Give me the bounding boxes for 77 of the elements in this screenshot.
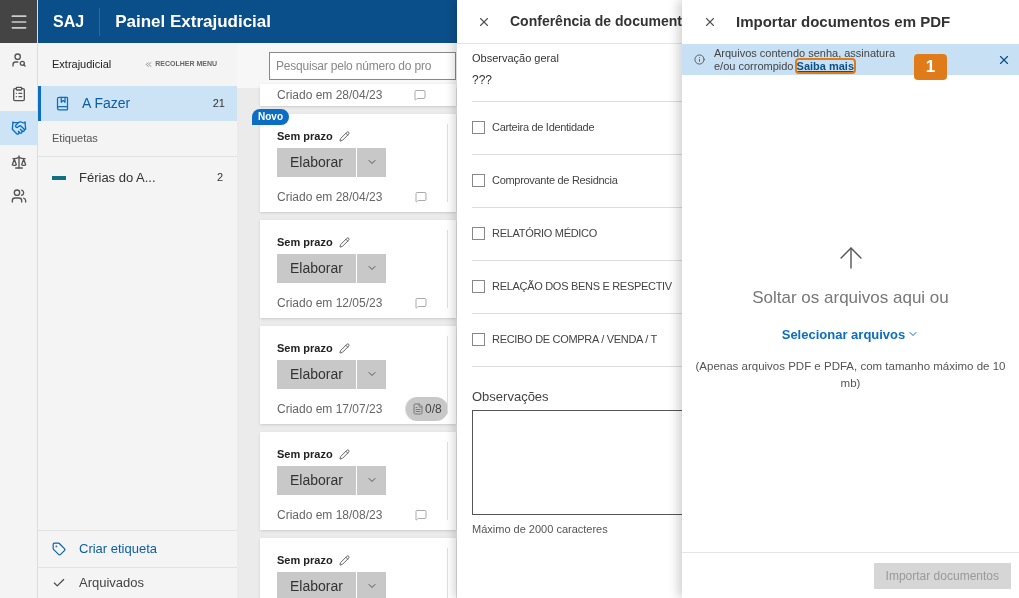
created-date: Criado em 12/05/23 (277, 294, 384, 312)
field-label: Observações (472, 387, 550, 406)
checkbox-label: RELATÓRIO MÉDICO (492, 226, 597, 242)
task-card[interactable]: Sem prazo Elaborar (260, 538, 456, 598)
comment-icon[interactable] (415, 190, 427, 203)
checkbox[interactable] (472, 333, 485, 346)
new-badge: Novo (252, 109, 289, 125)
comment-icon[interactable] (415, 296, 427, 309)
info-icon (694, 54, 705, 65)
scale-icon (10, 154, 27, 170)
close-icon[interactable] (703, 15, 717, 29)
checkbox-label: Carteira de Identidade (492, 120, 595, 136)
menu-button[interactable] (0, 0, 37, 43)
task-card[interactable]: Criado em 28/04/23 (260, 84, 456, 106)
select-files-button[interactable]: Selecionar arquivos (781, 324, 920, 344)
checkbox[interactable] (472, 227, 485, 240)
deadline-label: Sem prazo (277, 235, 333, 250)
tag-item[interactable]: Férias do A... 2 (38, 157, 237, 198)
elaborate-button[interactable]: Elaborar (277, 359, 356, 389)
sidebar-item[interactable]: A Fazer 21 (38, 86, 237, 121)
checkbox[interactable] (472, 121, 485, 134)
deadline-label: Sem prazo (277, 341, 333, 356)
elaborate-button[interactable]: Elaborar (277, 571, 356, 598)
document-icon (412, 402, 424, 415)
checkbox-label: RELAÇÃO DOS BENS E RESPECTIV (492, 279, 672, 295)
search-field[interactable]: Pesquisar pelo número do pro (269, 51, 456, 80)
clipboard-icon (10, 86, 27, 102)
deadline-label: Sem prazo (277, 129, 333, 144)
edit-icon[interactable] (338, 342, 350, 354)
people-icon (10, 188, 27, 204)
drop-text: Soltar os arquivos aqui ou (752, 287, 949, 309)
learn-more-link[interactable]: Saiba mais (796, 59, 855, 72)
section-heading: Etiquetas (52, 131, 98, 147)
edit-icon[interactable] (338, 236, 350, 248)
tag-icon (52, 542, 66, 556)
task-card[interactable]: Sem prazo Elaborar Criado em 12/05/23 (260, 220, 456, 318)
hint-text: Máximo de 2000 caracteres (472, 522, 609, 537)
panel-title: Importar documentos em PDF (736, 11, 951, 32)
deadline-label: Sem prazo (277, 553, 333, 568)
documents-badge[interactable]: 0/8 (405, 396, 448, 421)
comment-icon[interactable] (415, 508, 427, 521)
created-date: Criado em 28/04/23 (277, 87, 383, 104)
checkbox[interactable] (472, 280, 485, 293)
edit-icon[interactable] (338, 130, 350, 142)
deadline-label: Sem prazo (277, 447, 333, 462)
brand-logo: SAJ (38, 7, 101, 36)
app-title: Painel Extrajudicial (114, 10, 272, 33)
chevrons-left-icon (144, 60, 154, 69)
comment-icon[interactable] (414, 89, 426, 101)
created-date: Criado em 18/08/23 (277, 506, 384, 524)
edit-icon[interactable] (338, 448, 350, 460)
elaborate-button[interactable]: Elaborar (277, 147, 356, 177)
section-heading: Extrajudicial (52, 57, 112, 73)
notice-text: Arquivos contendo senha, assinatura e/ou corrompido Saiba mais (714, 46, 896, 73)
handshake-icon (10, 120, 27, 136)
edit-icon[interactable] (338, 554, 350, 566)
hint-text: (Apenas arquivos PDF e PDFA, com tamanho máximo de 10 mb) (694, 359, 1007, 391)
checkbox-label: Comprovante de Residncia (492, 173, 618, 189)
person-icon (10, 52, 27, 68)
check-icon (52, 576, 66, 590)
import-button: Importar documentos (873, 562, 1011, 589)
rail-button[interactable] (0, 111, 37, 145)
checkbox-label: RECIBO DE COMPRA / VENDA / T (492, 332, 657, 348)
created-date: Criado em 17/07/23 (277, 400, 384, 418)
task-card[interactable]: Sem prazo Elaborar Criado em 17/07/23 0/8 (260, 326, 456, 424)
created-date: Criado em 28/04/23 (277, 188, 384, 206)
elaborate-button[interactable]: Elaborar (277, 465, 356, 495)
task-card[interactable]: Sem prazo Elaborar Criado em 18/08/23 (260, 432, 456, 530)
panel-title: Conferência de document (510, 12, 682, 31)
field-value: ??? (472, 71, 494, 89)
archived-button[interactable]: Arquivados (38, 567, 237, 598)
create-tag-button[interactable]: Criar etiqueta (38, 530, 237, 567)
step-badge: 1 (914, 54, 947, 80)
field-label: Observação geral (472, 51, 560, 66)
checkbox[interactable] (472, 174, 485, 187)
bookmark-icon (55, 96, 70, 111)
elaborate-button[interactable]: Elaborar (277, 253, 356, 283)
